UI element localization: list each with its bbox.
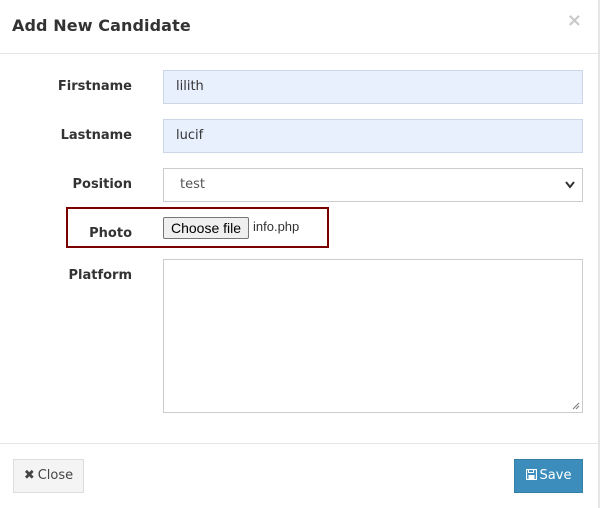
selected-file-name: info.php — [253, 219, 300, 234]
position-label: Position — [72, 177, 132, 192]
firstname-input[interactable]: lilith — [163, 70, 583, 104]
modal-header: Add New Candidate × — [0, 0, 598, 54]
times-icon: ✖ — [23, 468, 35, 483]
floppy-disk-icon — [525, 460, 537, 492]
platform-label: Platform — [68, 268, 132, 283]
modal-footer — [0, 443, 598, 508]
platform-textarea[interactable] — [163, 259, 583, 413]
close-button-label: Close — [37, 468, 74, 483]
modal-title: Add New Candidate — [12, 16, 191, 35]
photo-label: Photo — [89, 226, 132, 241]
lastname-label: Lastname — [60, 128, 132, 143]
add-candidate-modal: Add New Candidate × Firstname lilith Las… — [0, 0, 600, 508]
save-button-label: Save — [539, 468, 572, 483]
lastname-input[interactable]: lucif — [163, 119, 583, 153]
chevron-down-icon — [564, 169, 576, 213]
position-select[interactable]: test — [163, 168, 583, 202]
modal-close-icon[interactable]: × — [567, 12, 582, 30]
firstname-label: Firstname — [57, 79, 132, 94]
choose-file-button[interactable]: Choose file — [163, 217, 249, 239]
resize-handle-icon[interactable] — [572, 402, 580, 410]
save-button[interactable]: Save — [514, 459, 583, 493]
position-selected-value: test — [180, 177, 205, 192]
close-button[interactable]: ✖ Close — [13, 459, 84, 493]
